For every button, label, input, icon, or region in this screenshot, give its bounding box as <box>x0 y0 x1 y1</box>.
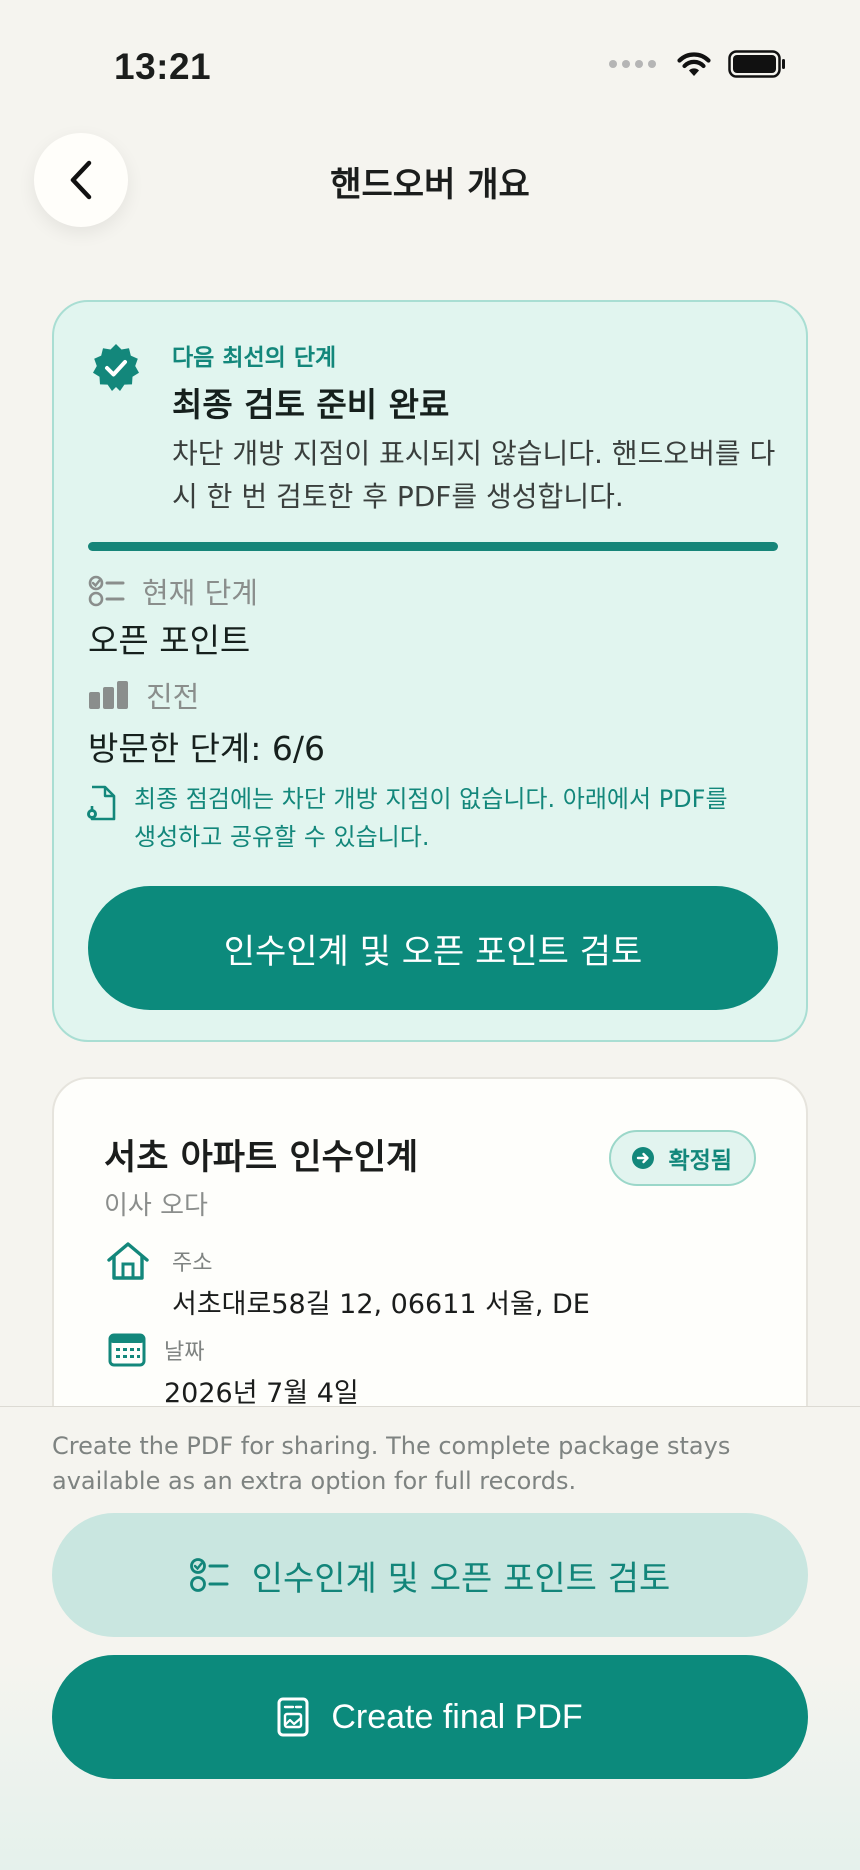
status-badge-label: 확정됨 <box>668 1148 732 1174</box>
status-time: 13:21 <box>114 46 212 87</box>
review-handover-button[interactable]: 인수인계 및 오픈 포인트 검토 <box>88 886 778 1010</box>
checklist-icon <box>88 575 125 607</box>
project-subtitle: 이사 오다 <box>104 1191 208 1221</box>
next-step-kicker: 다음 최선의 단계 <box>172 345 337 371</box>
status-badge: 확정됨 <box>608 1130 756 1186</box>
review-handover-secondary-button[interactable]: 인수인계 및 오픈 포인트 검토 <box>52 1513 808 1637</box>
date-value: 2026년 7월 4일 <box>164 1378 359 1409</box>
primary-button-label: Create final PDF <box>331 1697 583 1736</box>
progress-label: 진전 <box>146 680 200 714</box>
next-step-note: 최종 점검에는 차단 개방 지점이 없습니다. 아래에서 PDF를 생성하고 공… <box>134 785 728 851</box>
battery-icon <box>728 50 785 78</box>
next-step-title: 최종 검토 준비 완료 <box>172 385 450 424</box>
verified-badge-icon <box>93 344 139 391</box>
bar-chart-icon <box>89 681 128 709</box>
calendar-icon <box>108 1333 146 1367</box>
page-title: 핸드오버 개요 <box>330 165 530 205</box>
current-stage-row: 현재 단계 <box>88 570 258 612</box>
pdf-document-icon <box>277 1697 309 1737</box>
current-stage-value: 오픈 포인트 <box>88 621 251 660</box>
next-step-card: 다음 최선의 단계 최종 검토 준비 완료 차단 개방 지점이 표시되지 않습니… <box>52 300 808 1042</box>
create-final-pdf-button[interactable]: Create final PDF <box>52 1655 808 1779</box>
wifi-icon <box>677 52 711 76</box>
progress-value: 방문한 단계: 6/6 <box>88 729 326 768</box>
address-label: 주소 <box>172 1251 213 1276</box>
bottom-action-sheet: Create the PDF for sharing. The complete… <box>0 1406 860 1870</box>
signal-dots-icon <box>609 60 656 68</box>
progress-bar <box>88 542 778 551</box>
secondary-button-label: 인수인계 및 오픈 포인트 검토 <box>251 1558 671 1599</box>
checklist-icon <box>189 1558 229 1592</box>
date-label: 날짜 <box>164 1340 205 1365</box>
current-stage-label: 현재 단계 <box>142 576 258 610</box>
project-title: 서초 아파트 인수인계 <box>104 1138 419 1178</box>
home-icon <box>107 1242 149 1280</box>
status-icons <box>609 50 786 78</box>
document-settings-icon <box>87 785 116 821</box>
arrow-circle-right-icon <box>631 1147 654 1169</box>
address-value: 서초대로58길 12, 06611 서울, DE <box>172 1289 590 1320</box>
next-step-description: 차단 개방 지점이 표시되지 않습니다. 핸드오버를 다시 한 번 검토한 후 … <box>172 437 776 513</box>
bottom-hint: Create the PDF for sharing. The complete… <box>52 1432 731 1495</box>
progress-row: 진전 <box>88 674 199 716</box>
